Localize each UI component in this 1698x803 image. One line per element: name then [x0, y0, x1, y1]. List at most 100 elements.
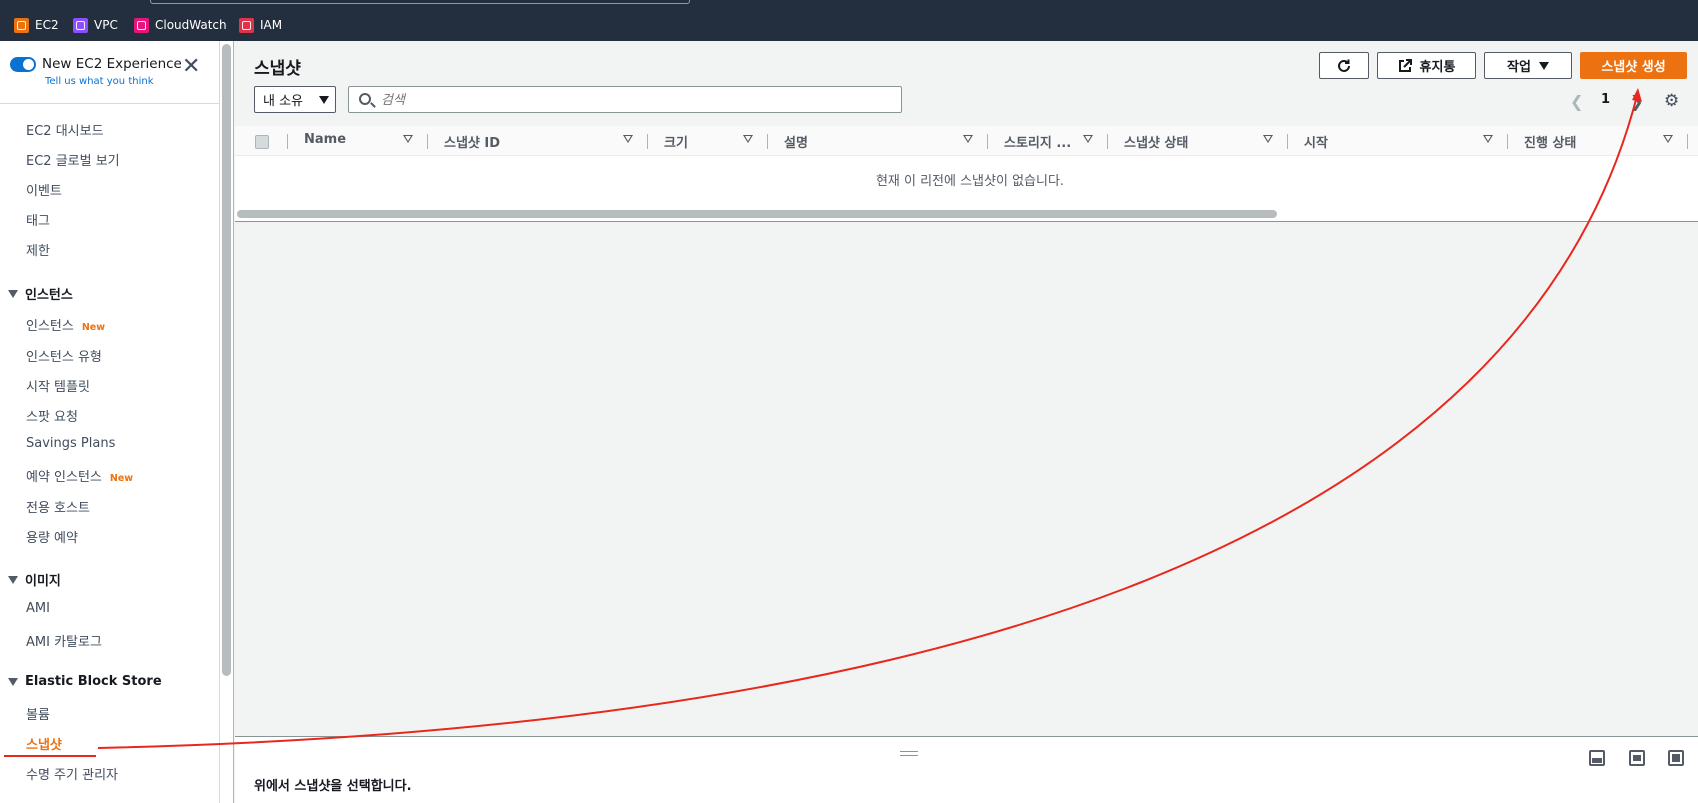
column-separator[interactable]	[1107, 134, 1108, 149]
sidebar-item-events[interactable]: 이벤트	[26, 180, 62, 199]
ec2-icon	[14, 17, 29, 33]
column-header-progress[interactable]: 진행 상태	[1524, 132, 1576, 151]
search-input[interactable]	[381, 90, 881, 110]
select-all-checkbox[interactable]	[255, 135, 269, 149]
split-panel-message: 위에서 스냅샷을 선택합니다.	[254, 779, 412, 794]
favorite-iam[interactable]: IAM	[239, 16, 282, 34]
sidebar-item-label: 인스턴스	[26, 319, 74, 334]
section-title: 이미지	[25, 574, 61, 589]
new-badge: New	[109, 473, 134, 484]
table-header: Name 스냅샷 ID 크기 설명 스토리지 ... 스냅샷 상태 시작 진행 …	[235, 126, 1698, 156]
column-header-description[interactable]: 설명	[784, 132, 808, 151]
column-separator[interactable]	[427, 134, 428, 149]
column-separator[interactable]	[767, 134, 768, 149]
cloudwatch-icon	[134, 17, 149, 33]
favorite-iam-label: IAM	[260, 18, 283, 32]
sidebar-item-label: 예약 인스턴스	[26, 470, 102, 485]
new-badge: New	[81, 322, 106, 333]
column-separator[interactable]	[647, 134, 648, 149]
sidebar-item-reserved-instances[interactable]: 예약 인스턴스 New	[26, 466, 133, 485]
annotation-arrow-overlay	[4, 88, 1642, 757]
sidebar-item-spot-requests[interactable]: 스팟 요청	[26, 406, 78, 425]
sidebar-divider	[0, 103, 219, 104]
split-bottom-icon[interactable]	[1589, 750, 1605, 766]
column-header-snapshot-id[interactable]: 스냅샷 ID	[444, 132, 500, 151]
column-separator[interactable]	[1287, 134, 1288, 149]
sort-icon[interactable]	[1083, 135, 1093, 143]
sort-icon[interactable]	[963, 135, 973, 143]
sidebar-item-ami[interactable]: AMI	[26, 601, 50, 616]
new-experience-toggle[interactable]	[10, 57, 36, 72]
sidebar-item-lifecycle-manager[interactable]: 수명 주기 관리자	[26, 764, 118, 783]
column-separator[interactable]	[1687, 134, 1688, 149]
gear-icon[interactable]: ⚙	[1664, 91, 1679, 111]
section-title: 인스턴스	[25, 288, 73, 303]
refresh-button[interactable]	[1319, 52, 1369, 79]
service-search-box[interactable]	[150, 0, 690, 4]
sidebar-section-images[interactable]: 이미지	[8, 570, 61, 589]
owner-filter-select[interactable]: 내 소유	[254, 86, 336, 113]
sort-icon[interactable]	[1663, 135, 1673, 143]
split-full-icon[interactable]	[1668, 750, 1684, 766]
table-bottom-border	[235, 221, 1698, 222]
caret-down-icon	[8, 677, 18, 686]
column-separator[interactable]	[1507, 134, 1508, 149]
sidebar-item-limits[interactable]: 제한	[26, 240, 50, 259]
actions-button[interactable]: 작업	[1484, 52, 1572, 79]
recycle-bin-button[interactable]: 휴지통	[1377, 52, 1476, 79]
create-snapshot-button[interactable]: 스냅샷 생성	[1580, 52, 1687, 79]
split-side-icon[interactable]	[1629, 750, 1645, 766]
sidebar-item-snapshots[interactable]: 스냅샷	[26, 734, 62, 753]
previous-page-icon[interactable]: ❮	[1570, 92, 1583, 111]
favorite-ec2[interactable]: EC2	[14, 16, 59, 34]
column-header-storage-tier[interactable]: 스토리지 ...	[1004, 132, 1071, 151]
caret-down-icon	[319, 95, 330, 104]
external-link-icon	[1398, 58, 1412, 72]
sidebar-item-ami-catalog[interactable]: AMI 카탈로그	[26, 631, 102, 650]
sort-icon[interactable]	[623, 135, 633, 143]
snapshots-table: Name 스냅샷 ID 크기 설명 스토리지 ... 스냅샷 상태 시작 진행 …	[235, 126, 1698, 222]
sidebar-navigation: New EC2 Experience Tell us what you thin…	[0, 41, 220, 803]
search-icon	[359, 93, 371, 105]
sidebar-item-dashboard[interactable]: EC2 대시보드	[26, 120, 104, 139]
table-horizontal-scrollbar[interactable]	[237, 210, 1277, 218]
sidebar-item-tags[interactable]: 태그	[26, 210, 50, 229]
sort-icon[interactable]	[403, 135, 413, 143]
favorite-ec2-label: EC2	[35, 18, 59, 32]
recycle-bin-label: 휴지통	[1419, 60, 1456, 75]
sidebar-item-capacity-reservations[interactable]: 용량 예약	[26, 527, 78, 546]
sort-icon[interactable]	[743, 135, 753, 143]
sidebar-item-instance-types[interactable]: 인스턴스 유형	[26, 346, 102, 365]
caret-down-icon	[8, 289, 18, 298]
sort-icon[interactable]	[1483, 135, 1493, 143]
favorite-vpc[interactable]: VPC	[73, 16, 118, 34]
column-header-snapshot-state[interactable]: 스냅샷 상태	[1124, 132, 1188, 151]
sort-icon[interactable]	[1263, 135, 1273, 143]
column-header-name[interactable]: Name	[304, 132, 346, 147]
resize-handle[interactable]	[900, 751, 918, 756]
next-page-icon[interactable]: ❯	[1630, 92, 1643, 111]
sidebar-item-volumes[interactable]: 볼륨	[26, 704, 50, 723]
sidebar-item-global-view[interactable]: EC2 글로벌 보기	[26, 150, 120, 169]
column-header-started[interactable]: 시작	[1304, 132, 1328, 151]
sidebar-scrollbar[interactable]	[222, 44, 231, 676]
page-number[interactable]: 1	[1601, 92, 1610, 107]
iam-icon	[239, 17, 254, 33]
section-title: Elastic Block Store	[25, 674, 162, 689]
close-icon[interactable]: ✕	[182, 56, 200, 78]
search-field[interactable]	[348, 86, 902, 113]
new-experience-label: New EC2 Experience	[42, 56, 182, 72]
vpc-icon	[73, 17, 88, 33]
feedback-link[interactable]: Tell us what you think	[45, 76, 154, 87]
page-title: 스냅샷	[254, 59, 301, 79]
refresh-icon	[1338, 59, 1350, 72]
sidebar-item-dedicated-hosts[interactable]: 전용 호스트	[26, 497, 90, 516]
sidebar-item-instances[interactable]: 인스턴스 New	[26, 315, 105, 334]
column-header-size[interactable]: 크기	[664, 132, 688, 151]
sidebar-section-instances[interactable]: 인스턴스	[8, 284, 73, 303]
sidebar-item-launch-templates[interactable]: 시작 템플릿	[26, 376, 90, 395]
column-separator[interactable]	[987, 134, 988, 149]
sidebar-section-ebs[interactable]: Elastic Block Store	[8, 674, 162, 689]
sidebar-item-savings-plans[interactable]: Savings Plans	[26, 436, 115, 451]
favorite-cloudwatch[interactable]: CloudWatch	[134, 16, 227, 34]
